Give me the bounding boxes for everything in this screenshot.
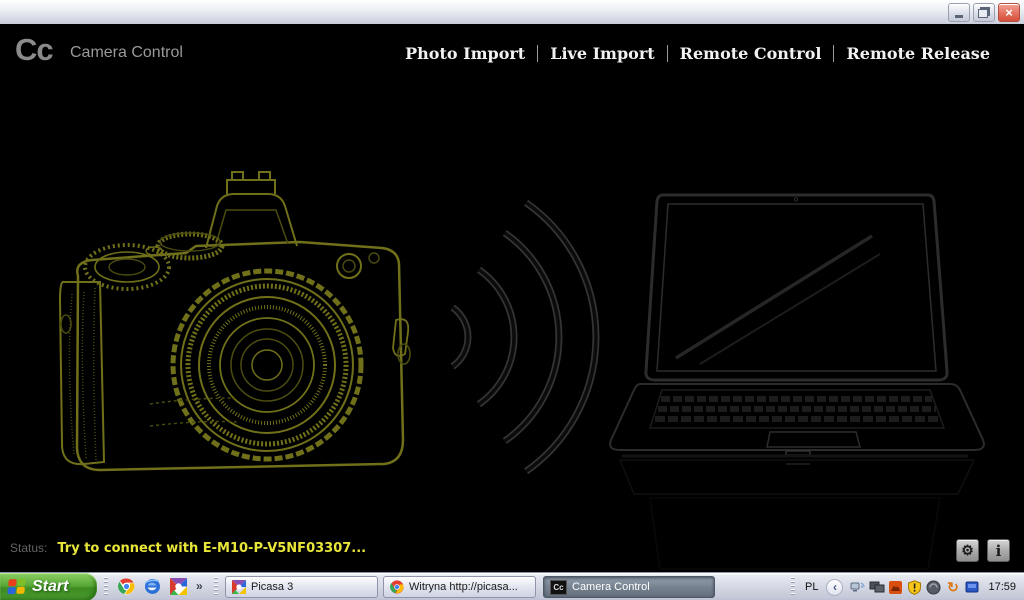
taskbar-item-picasa[interactable]: Picasa 3 bbox=[225, 576, 378, 598]
display-settings-tray-icon[interactable] bbox=[869, 579, 885, 595]
security-alert-tray-icon[interactable] bbox=[907, 579, 923, 595]
chrome-icon bbox=[390, 580, 404, 594]
network-tray-icon[interactable] bbox=[964, 579, 980, 595]
connection-illustration bbox=[0, 24, 1024, 572]
status-badge-tray-icon[interactable] bbox=[926, 579, 942, 595]
nav-remote-release[interactable]: Remote Release bbox=[834, 44, 1002, 63]
quick-launch-handle[interactable] bbox=[104, 577, 108, 597]
main-nav: Photo Import Live Import Remote Control … bbox=[393, 44, 1002, 63]
info-button[interactable]: i bbox=[987, 539, 1010, 562]
task-label: Picasa 3 bbox=[251, 581, 293, 593]
task-label: Camera Control bbox=[572, 581, 650, 593]
taskbar-item-camera-control[interactable]: Cc Camera Control bbox=[543, 576, 715, 598]
internet-explorer-icon[interactable] bbox=[144, 578, 161, 595]
system-tray: PL ‹ bbox=[791, 573, 1024, 600]
nav-live-import[interactable]: Live Import bbox=[538, 44, 666, 63]
taskbar-item-browser[interactable]: Witryna http://picasa... bbox=[383, 576, 536, 598]
nav-photo-import[interactable]: Photo Import bbox=[393, 44, 537, 63]
wireless-display-tray-icon[interactable] bbox=[850, 579, 866, 595]
language-indicator[interactable]: PL bbox=[801, 579, 822, 595]
camera-line-art bbox=[60, 172, 410, 470]
taskband-handle[interactable] bbox=[214, 577, 218, 597]
restore-icon bbox=[978, 9, 988, 18]
taskbar: Start bbox=[0, 572, 1024, 600]
gear-icon: ⚙ bbox=[961, 542, 974, 559]
chevron-left-icon: ‹ bbox=[833, 581, 837, 593]
graphics-driver-tray-icon[interactable] bbox=[888, 579, 904, 595]
picasa-icon bbox=[232, 580, 246, 594]
app-logo: Cc bbox=[15, 32, 53, 68]
restore-button[interactable] bbox=[973, 3, 995, 22]
start-label: Start bbox=[32, 578, 68, 596]
wifi-signal-arcs bbox=[453, 203, 596, 472]
app-title: Camera Control bbox=[70, 44, 183, 62]
chrome-icon[interactable] bbox=[118, 578, 135, 595]
minimize-icon bbox=[955, 15, 963, 18]
update-tray-icon[interactable]: ↻ bbox=[945, 579, 961, 595]
camera-control-icon: Cc bbox=[550, 580, 567, 595]
minimize-button[interactable] bbox=[948, 3, 970, 22]
clock[interactable]: 17:59 bbox=[988, 581, 1016, 593]
picasa-icon[interactable] bbox=[170, 578, 187, 595]
status-bar: Status: Try to connect with E-M10-P-V5NF… bbox=[10, 541, 366, 556]
tray-handle[interactable] bbox=[791, 577, 795, 597]
close-button[interactable]: × bbox=[998, 3, 1020, 22]
screen: × Cc Camera Control Photo Import Live Im… bbox=[0, 0, 1024, 600]
windows-logo-icon bbox=[7, 579, 27, 596]
quick-launch-overflow-chevron[interactable]: » bbox=[196, 579, 203, 593]
start-button[interactable]: Start bbox=[0, 573, 97, 600]
settings-button[interactable]: ⚙ bbox=[956, 539, 979, 562]
task-label: Witryna http://picasa... bbox=[409, 581, 518, 593]
nav-remote-control[interactable]: Remote Control bbox=[668, 44, 834, 63]
camera-control-app: Cc Camera Control Photo Import Live Impo… bbox=[0, 24, 1024, 572]
window-controls: × bbox=[948, 3, 1020, 22]
window-titlebar[interactable]: × bbox=[0, 0, 1024, 25]
laptop-line-art bbox=[610, 195, 984, 569]
close-icon: × bbox=[1005, 6, 1013, 19]
tray-collapse-button[interactable]: ‹ bbox=[826, 579, 843, 596]
status-label: Status: bbox=[10, 541, 47, 555]
info-icon: i bbox=[996, 542, 1002, 560]
status-message: Try to connect with E-M10-P-V5NF03307... bbox=[57, 541, 366, 556]
